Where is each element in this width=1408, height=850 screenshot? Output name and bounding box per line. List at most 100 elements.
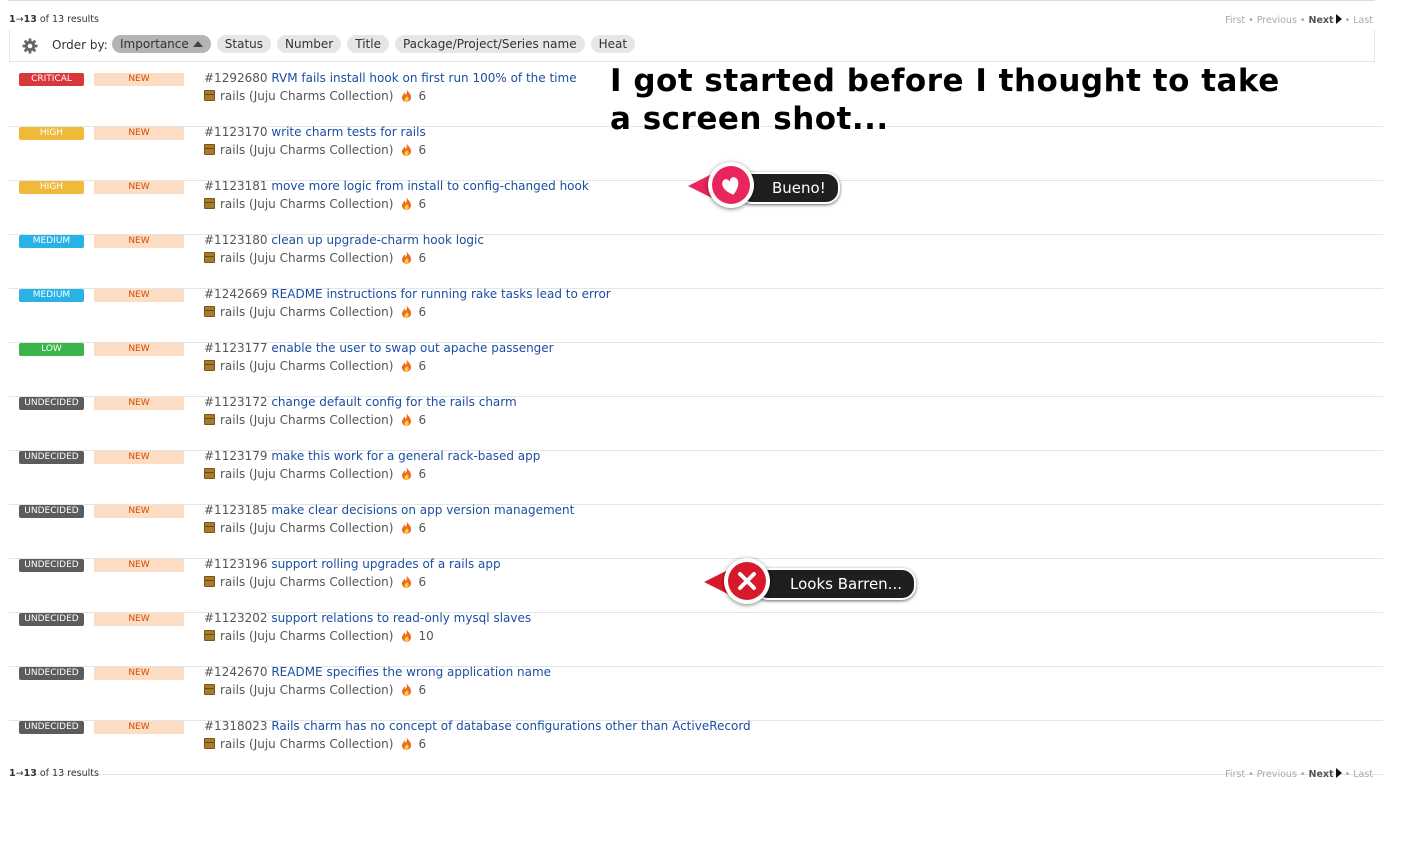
pager-links: First • Previous • Next • Last [1225,768,1373,780]
importance-badge: UNDECIDED [19,397,84,410]
bug-title-link[interactable]: RVM fails install hook on first run 100%… [271,71,576,85]
package-icon [204,684,215,695]
bug-number: #1318023 [204,719,268,733]
badge-disc [724,558,770,604]
heat-flame-icon [402,89,412,102]
bug-title-link[interactable]: make this work for a general rack-based … [271,449,540,463]
heat-flame-icon [402,413,412,426]
bug-number: #1242669 [204,287,268,301]
bug-row: UNDECIDED NEW #1123196 support rolling upg… [9,557,1383,613]
bug-title-link[interactable]: clean up upgrade-charm hook logic [271,233,484,247]
status-badge: NEW [94,181,184,194]
bug-number: #1292680 [204,71,268,85]
package-name: rails (Juju Charms Collection) [220,413,394,427]
bug-title-link[interactable]: support rolling upgrades of a rails app [271,557,500,571]
package-name: rails (Juju Charms Collection) [220,467,394,481]
sort-option-package-project-series-name[interactable]: Package/Project/Series name [394,35,585,53]
heat-flame-icon [402,197,412,210]
bug-title-link[interactable]: README specifies the wrong application n… [271,665,551,679]
bug-heading: #1123202 support relations to read-only … [204,611,531,625]
status-badge: NEW [94,667,184,680]
bug-meta: rails (Juju Charms Collection) 6 [204,143,426,157]
bug-heading: #1123181 move more logic from install to… [204,179,589,193]
pager-links: First • Previous • Next • Last [1225,14,1373,26]
package-name: rails (Juju Charms Collection) [220,575,394,589]
package-icon [204,630,215,641]
bug-title-link[interactable]: make clear decisions on app version mana… [271,503,574,517]
bug-number: #1123185 [204,503,268,517]
importance-badge: HIGH [19,181,84,194]
status-badge: NEW [94,73,184,86]
sort-option-number[interactable]: Number [277,35,342,53]
heat-value: 6 [418,197,427,211]
first-link: First [1225,15,1246,26]
status-badge: NEW [94,127,184,140]
bug-row: UNDECIDED NEW #1123185 make clear decision… [9,503,1383,559]
heat-value: 6 [418,737,427,751]
bug-number: #1242670 [204,665,268,679]
heat-value: 6 [418,143,427,157]
bug-title-link[interactable]: move more logic from install to config-c… [271,179,588,193]
bug-title-link[interactable]: Rails charm has no concept of database c… [271,719,750,733]
importance-badge: MEDIUM [19,289,84,302]
next-link[interactable]: Next [1309,14,1342,26]
heat-value: 6 [418,467,427,481]
gear-icon[interactable] [22,38,38,54]
package-icon [204,90,215,101]
package-name: rails (Juju Charms Collection) [220,305,394,319]
package-icon [204,576,215,587]
heat-value: 6 [418,413,427,427]
package-icon [204,414,215,425]
next-arrow-icon [1335,768,1342,778]
heat-flame-icon [402,143,412,156]
importance-badge: CRITICAL [19,73,84,86]
bug-number: #1123181 [204,179,268,193]
bug-number: #1123179 [204,449,268,463]
importance-badge: LOW [19,343,84,356]
next-link[interactable]: Next [1309,768,1342,780]
sort-option-status[interactable]: Status [216,35,272,53]
bug-title-link[interactable]: support relations to read-only mysql sla… [271,611,531,625]
importance-badge: MEDIUM [19,235,84,248]
order-by-bar: Order by: Importance Status Number Title Pac… [9,30,1375,62]
bug-title-link[interactable]: enable the user to swap out apache passe… [271,341,553,355]
bug-heading: #1318023 Rails charm has no concept of d… [204,719,751,733]
heat-value: 6 [418,683,427,697]
bug-heading: #1123185 make clear decisions on app ver… [204,503,574,517]
heat-value: 10 [418,629,434,643]
bug-heading: #1123179 make this work for a general ra… [204,449,540,463]
bug-title-link[interactable]: README instructions for running rake tas… [271,287,610,301]
heat-value: 6 [418,251,427,265]
sort-option-importance[interactable]: Importance [112,35,211,53]
sort-option-title[interactable]: Title [347,35,389,53]
bug-row: UNDECIDED NEW #1123172 change default conf… [9,395,1383,451]
bug-row: MEDIUM NEW #1123180 clean up upgrade-charm… [9,233,1383,289]
bug-number: #1123172 [204,395,268,409]
bug-row: UNDECIDED NEW #1318023 Rails charm has no … [9,719,1383,775]
heat-value: 6 [418,359,427,373]
looks-barren-badge: Looks Barren... [704,558,928,604]
bug-row: LOW NEW #1123177 enable the user to swap o… [9,341,1383,397]
sort-option-heat[interactable]: Heat [590,35,636,53]
bug-row: UNDECIDED NEW #1242670 README specifies th… [9,665,1383,721]
package-icon [204,360,215,371]
importance-badge: UNDECIDED [19,559,84,572]
heat-value: 6 [418,575,427,589]
bug-heading: #1123177 enable the user to swap out apa… [204,341,554,355]
result-count: 1→13 of 13 results [9,768,99,779]
package-name: rails (Juju Charms Collection) [220,197,394,211]
bug-meta: rails (Juju Charms Collection) 6 [204,413,426,427]
package-name: rails (Juju Charms Collection) [220,143,394,157]
last-link: Last [1353,15,1373,26]
package-icon [204,252,215,263]
bug-title-link[interactable]: write charm tests for rails [271,125,425,139]
top-divider [8,0,1375,1]
badge-label: Looks Barren... [754,568,916,600]
bug-title-link[interactable]: change default config for the rails char… [271,395,516,409]
package-icon [204,522,215,533]
heat-flame-icon [402,251,412,264]
bug-meta: rails (Juju Charms Collection) 10 [204,629,434,643]
heat-flame-icon [402,629,412,642]
sort-option-label: Status [224,37,264,51]
bug-heading: #1242669 README instructions for running… [204,287,611,301]
